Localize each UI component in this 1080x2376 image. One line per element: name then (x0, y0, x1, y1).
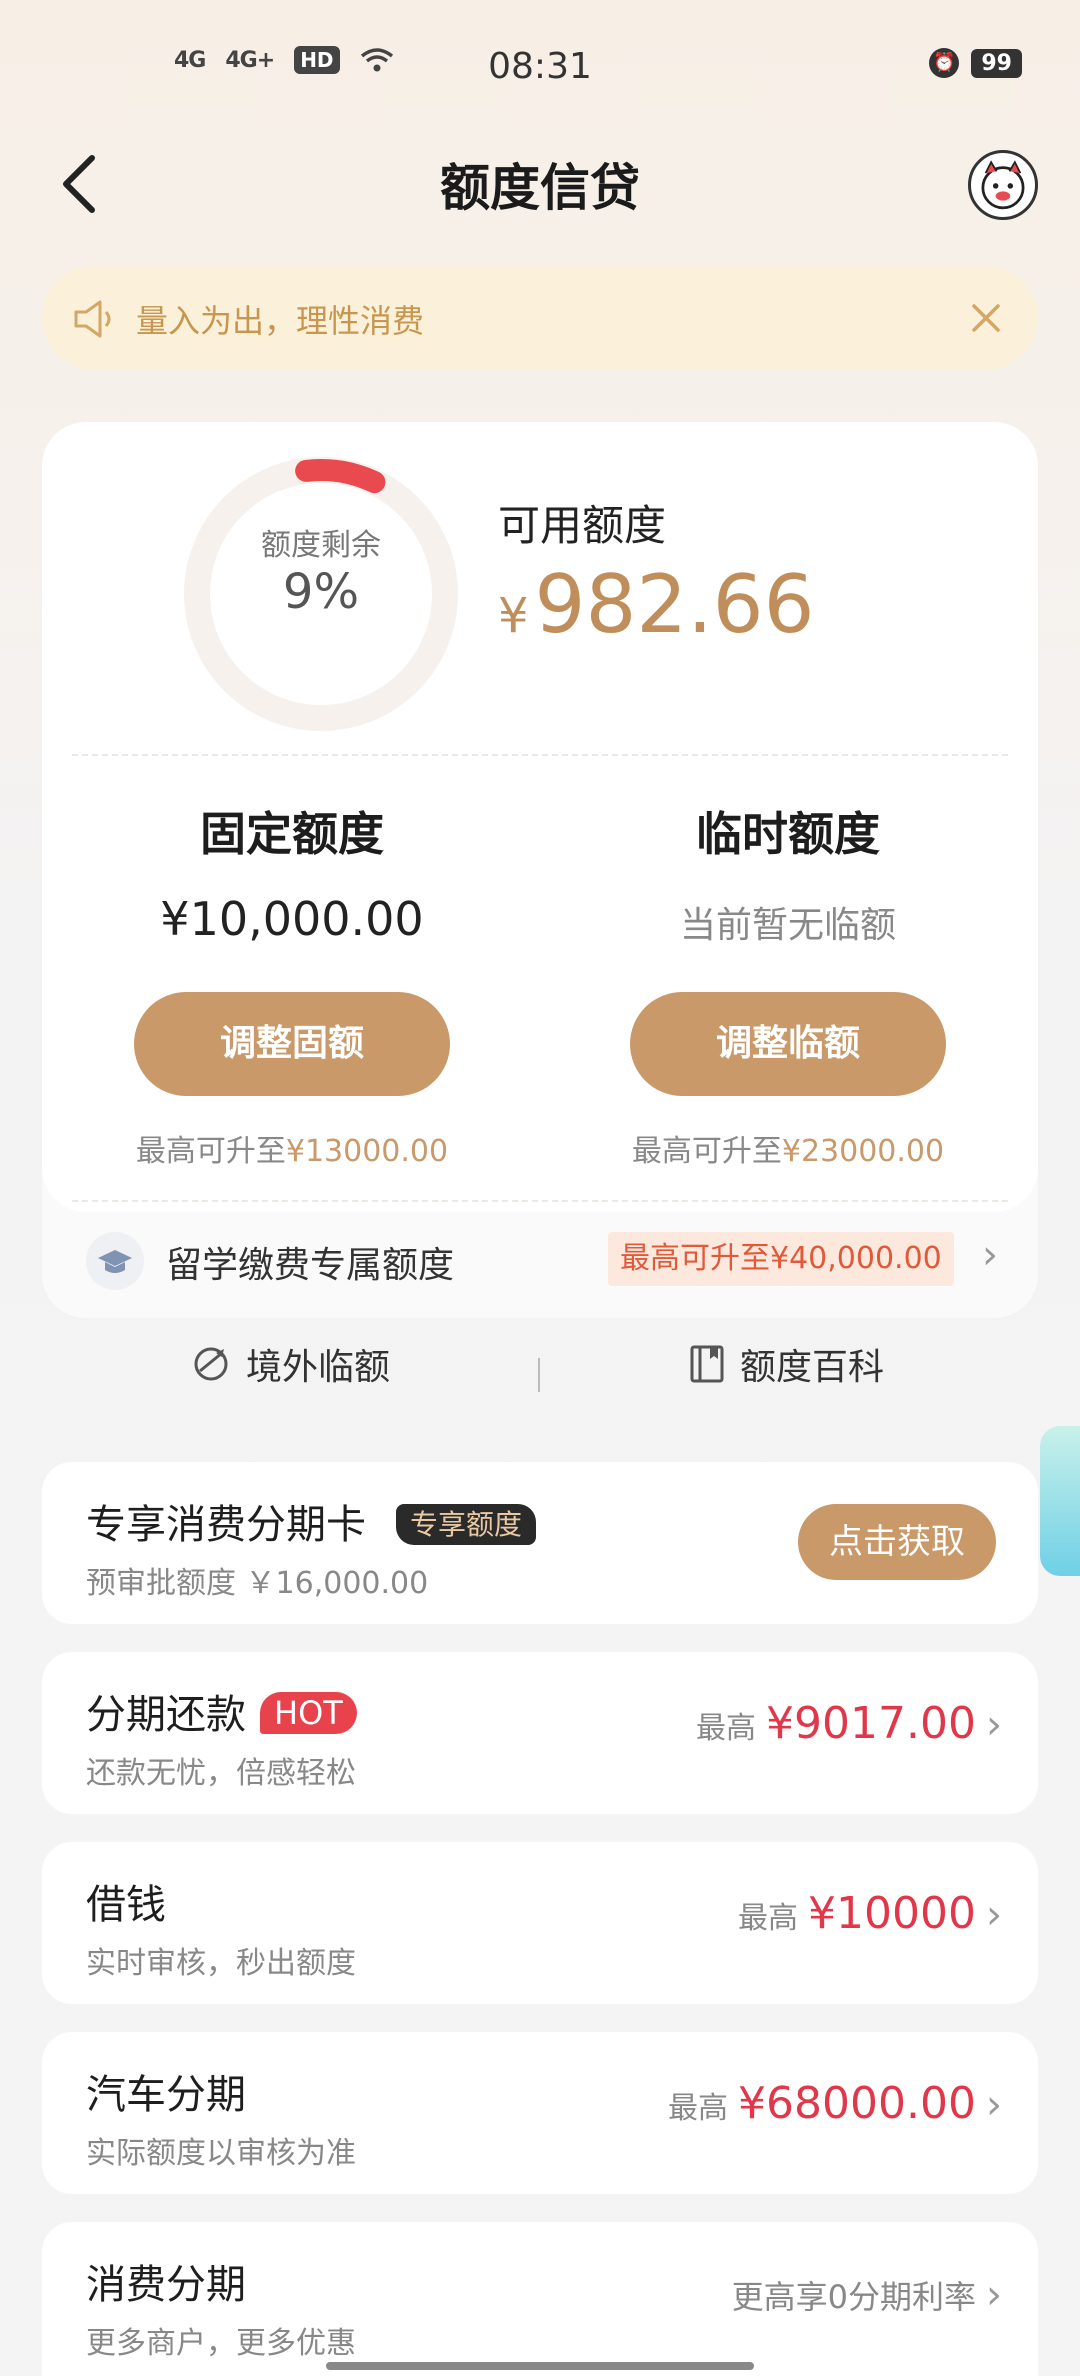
card-subtitle: 更多商户，更多优惠 (86, 2326, 356, 2361)
currency-symbol: ¥ (498, 588, 529, 644)
max-prefix: 最高 (668, 2091, 729, 2126)
installment-repayment-card[interactable]: 分期还款 HOT 还款无忧，倍感轻松 最高 ¥9017.00 › (42, 1652, 1038, 1814)
fixed-max-note: 最高可升至¥13000.00 (62, 1126, 522, 1170)
close-icon[interactable] (962, 294, 1010, 342)
plane-globe-icon (194, 1347, 228, 1381)
mascot-assistant-icon[interactable] (968, 150, 1038, 220)
consumer-installment-card[interactable]: 消费分期 更多商户，更多优惠 更高享0分期利率 › (42, 2222, 1038, 2376)
card-title: 借钱 (86, 1882, 166, 1928)
chevron-right-icon: › (986, 2272, 1002, 2318)
credit-wiki-link[interactable]: 额度百科 (688, 1338, 884, 1390)
card-title: 汽车分期 (86, 2072, 246, 2118)
divider (72, 754, 1008, 756)
card-subtitle: 还款无忧，倍感轻松 (86, 1756, 356, 1791)
car-installment-card[interactable]: 汽车分期 实际额度以审核为准 最高 ¥68000.00 › (42, 2032, 1038, 2194)
status-right: ⏰ 99 (929, 48, 1022, 78)
card-title-text: 分期还款 (86, 1692, 246, 1738)
graduation-cap-icon (86, 1232, 144, 1290)
available-amount-value: 982.66 (534, 558, 815, 651)
card-title: 分期还款 HOT (86, 1682, 357, 1740)
hot-badge: HOT (260, 1692, 357, 1734)
card-max-amount: 最高 ¥68000.00 › (668, 2078, 1002, 2129)
available-credit-label: 可用额度 (498, 501, 667, 550)
battery-icon: 99 (971, 48, 1022, 78)
card-max-amount: 最高 ¥9017.00 › (696, 1698, 1002, 1749)
card-title: 消费分期 (86, 2262, 246, 2308)
ring-label: 额度剩余 (261, 528, 381, 563)
floating-promo-tab[interactable] (1040, 1426, 1080, 1576)
max-amount: ¥10000 (808, 1888, 976, 1939)
card-subtitle: 实时审核，秒出额度 (86, 1946, 356, 1981)
wiki-label: 额度百科 (740, 1347, 885, 1388)
notice-banner: 量入为出，理性消费 (42, 266, 1038, 370)
adjust-fixed-button[interactable]: 调整固额 (134, 992, 450, 1096)
note-value: ¥13000.00 (285, 1134, 449, 1169)
exclusive-badge: 专享额度 (396, 1504, 537, 1545)
study-abroad-max-badge: 最高可升至¥40,000.00 (608, 1232, 954, 1286)
status-bar: 4G 4G+ HD 08:31 ⏰ 99 (0, 0, 1080, 136)
max-amount: ¥9017.00 (766, 1698, 976, 1749)
chevron-right-icon: › (986, 1702, 1002, 1748)
max-prefix: 最高 (696, 1711, 757, 1746)
adjust-temp-button[interactable]: 调整临额 (630, 992, 946, 1096)
notice-text: 量入为出，理性消费 (136, 302, 425, 340)
fixed-credit-amount: ¥10,000.00 (160, 892, 424, 946)
note-prefix: 最高可升至 (631, 1134, 782, 1169)
rate-text: 更高享0分期利率 (731, 2278, 976, 2316)
card-title-text: 专享消费分期卡 (86, 1502, 366, 1548)
speaker-icon (74, 300, 111, 338)
get-now-button[interactable]: 点击获取 (798, 1504, 996, 1580)
divider (72, 1200, 1008, 1202)
overseas-temp-credit-link[interactable]: 境外临额 (190, 1338, 390, 1390)
note-prefix: 最高可升至 (135, 1134, 286, 1169)
fixed-credit-title: 固定额度 (200, 807, 384, 861)
max-prefix: 最高 (738, 1901, 799, 1936)
home-indicator[interactable] (326, 2362, 754, 2370)
card-rate: 更高享0分期利率 › (732, 2272, 1002, 2318)
book-icon (690, 1345, 724, 1383)
max-amount: ¥68000.00 (738, 2078, 976, 2129)
temp-max-note: 最高可升至¥23000.00 (558, 1126, 1018, 1170)
available-credit-amount: ¥982.66 (498, 558, 814, 651)
study-abroad-quota-label[interactable]: 留学缴费专属额度 (166, 1236, 454, 1288)
borrow-money-card[interactable]: 借钱 实时审核，秒出额度 最高 ¥10000 › (42, 1842, 1038, 2004)
card-title: 专享消费分期卡 专享额度 (86, 1492, 537, 1550)
overseas-label: 境外临额 (246, 1347, 391, 1388)
chevron-right-icon[interactable]: › (982, 1232, 998, 1278)
page-title: 额度信贷 (440, 159, 640, 217)
credit-overview-card: 额度剩余 9% 可用额度 ¥982.66 固定额度 临时额度 ¥10,000.0… (42, 422, 1038, 1392)
separator (538, 1358, 540, 1392)
note-value: ¥23000.00 (781, 1134, 945, 1169)
chevron-right-icon: › (986, 1892, 1002, 1938)
temp-credit-status: 当前暂无临额 (679, 905, 896, 946)
alarm-icon: ⏰ (929, 48, 960, 78)
card-subtitle: 预审批额度 ￥16,000.00 (86, 1566, 429, 1601)
clock: 08:31 (488, 46, 592, 87)
ring-percentage: 9% (282, 564, 360, 620)
temp-credit-title: 临时额度 (696, 807, 880, 861)
chevron-right-icon: › (986, 2082, 1002, 2128)
card-max-amount: 最高 ¥10000 › (738, 1888, 1002, 1939)
exclusive-installment-card[interactable]: 专享消费分期卡 专享额度 预审批额度 ￥16,000.00 点击获取 (42, 1462, 1038, 1624)
card-subtitle: 实际额度以审核为准 (86, 2136, 356, 2171)
